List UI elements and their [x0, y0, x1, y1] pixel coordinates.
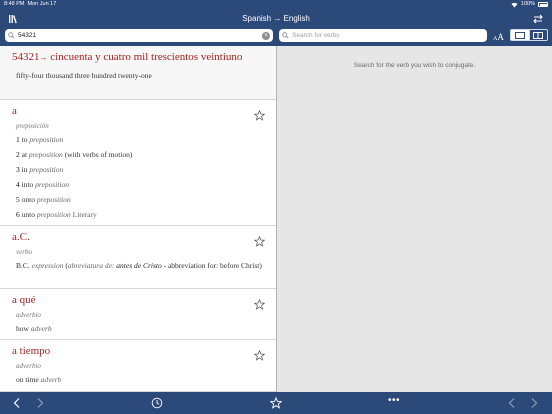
- favorite-star-icon[interactable]: [254, 350, 265, 361]
- sense: 5 onto preposition: [16, 195, 71, 204]
- history-icon[interactable]: [151, 397, 163, 409]
- sense: 4 into preposition: [16, 180, 70, 189]
- headword: a qué: [12, 294, 36, 306]
- headword: 54321→ cincuenta y cuatro mil tresciento…: [12, 51, 243, 63]
- result-entry[interactable]: a.C. verbo B.C. expression (abreviatura …: [0, 226, 276, 289]
- result-entry[interactable]: a tiempo adverbio on time adverb: [0, 340, 276, 392]
- single-pane-icon: [514, 31, 525, 39]
- wifi-icon: [511, 2, 518, 7]
- results-list: 54321→ cincuenta y cuatro mil tresciento…: [0, 46, 276, 392]
- sense: 6 unto preposition Literary: [16, 210, 97, 219]
- single-pane-layout-button[interactable]: [511, 30, 529, 40]
- favorite-star-icon[interactable]: [254, 236, 265, 247]
- headword: a: [12, 105, 17, 117]
- conjugation-hint: Search for the verb you wish to conjugat…: [353, 62, 476, 69]
- swap-languages-icon[interactable]: [532, 13, 544, 25]
- split-pane-icon: [533, 31, 544, 39]
- verb-search-placeholder: Search for verbs: [292, 32, 340, 39]
- more-icon[interactable]: •••: [388, 395, 400, 406]
- font-size-button[interactable]: AA: [493, 29, 504, 42]
- nav-bar: Spanish → English: [0, 9, 552, 29]
- verb-search-input[interactable]: Search for verbs: [279, 29, 487, 42]
- favorite-star-icon[interactable]: [254, 299, 265, 310]
- battery-icon: [538, 2, 548, 7]
- result-entry[interactable]: a qué adverbio how adverb: [0, 289, 276, 340]
- favorites-icon[interactable]: [270, 397, 282, 409]
- status-time: 8:48 PM Mon Jun 17: [4, 1, 57, 7]
- layout-toggle[interactable]: [510, 29, 548, 41]
- forward-icon[interactable]: [34, 397, 46, 409]
- part-of-speech: adverbio: [16, 311, 41, 319]
- part-of-speech: adverbio: [16, 362, 41, 370]
- search-icon: [282, 32, 289, 39]
- status-right: 100%: [511, 0, 548, 9]
- dictionary-search-input[interactable]: 54321 ×: [5, 29, 273, 42]
- sense: B.C. expression (abreviatura de: antes d…: [16, 261, 262, 270]
- pane-forward-icon[interactable]: [528, 397, 540, 409]
- translation: fifty-four thousand three hundred twenty…: [16, 71, 152, 80]
- status-bar: 8:48 PM Mon Jun 17 100%: [0, 0, 552, 9]
- back-icon[interactable]: [11, 397, 23, 409]
- sense: on time adverb: [16, 375, 62, 384]
- sense: 3 in preposition: [16, 165, 64, 174]
- part-of-speech: preposición: [16, 122, 49, 130]
- battery-percent: 100%: [520, 1, 535, 7]
- result-entry[interactable]: 54321→ cincuenta y cuatro mil tresciento…: [0, 46, 276, 100]
- headword: a.C.: [12, 231, 30, 243]
- pane-back-icon[interactable]: [506, 397, 518, 409]
- conjugation-pane: Search for the verb you wish to conjugat…: [277, 46, 552, 392]
- sense: 2 at preposition (with verbs of motion): [16, 150, 133, 159]
- search-query: 54321: [18, 32, 37, 39]
- sense: 1 to preposition: [16, 135, 64, 144]
- page-title: Spanish → English: [242, 14, 310, 23]
- search-icon: [8, 32, 15, 39]
- split-pane-layout-button[interactable]: [528, 30, 548, 40]
- bottom-toolbar: •••: [0, 392, 552, 414]
- favorite-star-icon[interactable]: [254, 110, 265, 121]
- sense: how adverb: [16, 324, 52, 333]
- search-row: 54321 × Search for verbs AA: [0, 29, 552, 46]
- part-of-speech: verbo: [16, 248, 32, 256]
- clear-search-icon[interactable]: ×: [262, 31, 270, 40]
- result-entry[interactable]: a preposición 1 to preposition 2 at prep…: [0, 100, 276, 226]
- headword: a tiempo: [12, 345, 51, 357]
